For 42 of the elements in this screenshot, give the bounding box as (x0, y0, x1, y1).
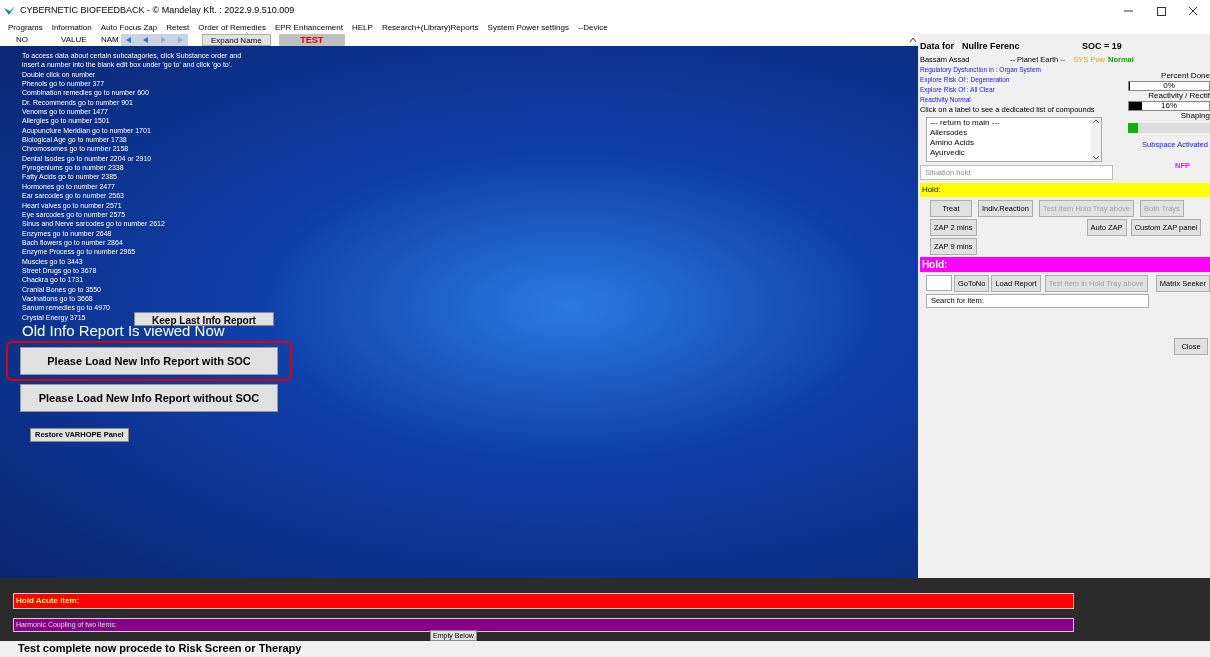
meter-label: Percent Done (1161, 70, 1210, 81)
scroll-down-icon[interactable] (1091, 154, 1100, 161)
maximize-icon[interactable] (1157, 6, 1166, 16)
close-icon[interactable] (1188, 6, 1198, 16)
scroll-up-icon[interactable] (907, 35, 918, 45)
list-scrollbar[interactable] (1090, 117, 1101, 161)
column-header: NAM (101, 34, 120, 46)
menu-item[interactable]: HELP (351, 22, 373, 34)
list-item[interactable]: --- return to main --- (929, 117, 1091, 128)
column-header: VALUE (61, 34, 88, 46)
menu-item[interactable]: EPR Enhancement (274, 22, 343, 34)
load-report-button[interactable]: Please Load New Info Report with SOC (20, 346, 278, 375)
status-bar: Test complete now procede to Risk Screen or Therapy (0, 641, 1210, 657)
menu-item[interactable]: Research+(Library)Reports (381, 22, 479, 34)
soc-value: SOC = 19 (1081, 40, 1122, 53)
patient-name: Nullre Ferenc (961, 40, 1021, 53)
hold-bar: Hold: (919, 256, 1210, 272)
list-item[interactable]: Ayurvedic (929, 147, 1091, 158)
window-title: CYBERNETIC BIOFEEDBACK - © Mandelay Kft. : 2022.9.9.510.009 (20, 4, 295, 18)
progress-reading: 16% (1160, 101, 1178, 110)
column-header: NO (16, 34, 29, 46)
number-field[interactable] (925, 275, 952, 292)
acute-item-bar: Hold Acute item: (13, 593, 1074, 609)
data-for-label: Data for (919, 40, 954, 53)
scroll-up-icon[interactable] (1091, 117, 1100, 124)
list-item[interactable]: Allersodes (929, 127, 1091, 138)
load-report-button[interactable]: Please Load New Info Report without SOC (20, 383, 278, 412)
menu-item[interactable]: Auto Focus Zap (100, 22, 158, 34)
menu-item[interactable]: System Power settings (487, 22, 569, 34)
app-logo-icon (4, 6, 16, 16)
expand-name-button[interactable]: Expand Name (202, 34, 271, 46)
menu-item[interactable]: Information (51, 22, 92, 34)
hold-bar: Hold: (919, 182, 1210, 197)
meter-label: Shaping (1180, 110, 1210, 121)
progress-reading: 0% (1162, 81, 1176, 90)
menu-item[interactable]: Order of Remedies (198, 22, 266, 34)
list-item[interactable]: Amino Acids (929, 137, 1091, 148)
meter-label: Reactivity / Rectif (1148, 90, 1210, 101)
compound-list[interactable]: --- return to main --- Allersodes Amino Acids Ayurvedic (925, 116, 1102, 162)
menu-item[interactable]: Programs (8, 22, 43, 34)
menu-item[interactable]: --Device (577, 22, 608, 34)
menu-item[interactable]: Retest (166, 22, 190, 34)
